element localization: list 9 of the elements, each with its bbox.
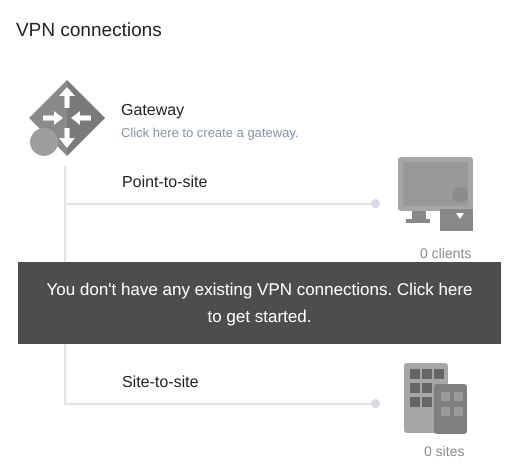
count-label: 0 sites: [424, 442, 464, 461]
gateway-label: Gateway: [121, 101, 184, 121]
building-icon: [404, 363, 468, 435]
computer-icon: [398, 157, 474, 231]
empty-state-banner[interactable]: You don't have any existing VPN connections. Click here to get started.: [18, 262, 501, 344]
connection-label: Site-to-site: [122, 373, 198, 393]
count-label: 0 clients: [420, 244, 472, 263]
page-title: VPN connections: [16, 19, 162, 43]
connection-label: Point-to-site: [122, 173, 208, 193]
